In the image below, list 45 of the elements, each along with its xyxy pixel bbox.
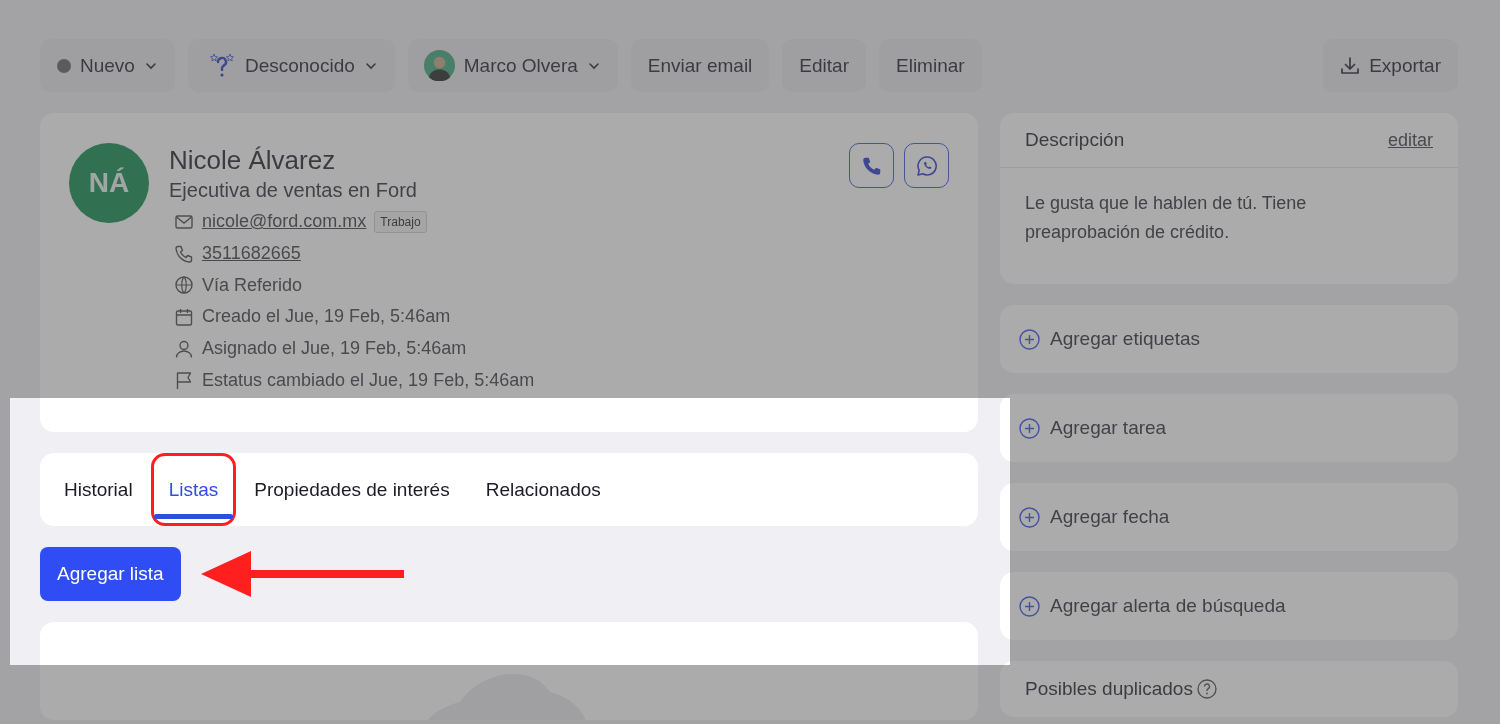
category-dropdown[interactable]: Desconocido xyxy=(187,39,395,92)
contact-name: Nicole Álvarez xyxy=(169,144,337,176)
card-title: Posibles duplicados xyxy=(1025,678,1193,700)
tab[interactable]: Historial xyxy=(46,453,151,526)
help-icon xyxy=(1196,679,1217,699)
person-icon xyxy=(174,338,194,359)
calendar-icon xyxy=(174,306,194,327)
add-action-button[interactable]: Agregar alerta de búsqueda xyxy=(1000,572,1458,640)
flag-icon xyxy=(174,370,194,391)
action-button[interactable]: Enviar email xyxy=(630,39,770,92)
add-action-button[interactable]: Agregar fecha xyxy=(1000,483,1458,551)
phone-icon xyxy=(174,243,194,264)
edit-link[interactable]: editar xyxy=(1387,129,1433,151)
email-tag: Trabajo xyxy=(374,210,427,233)
phone-link[interactable]: 3511682665 xyxy=(202,243,301,265)
download-icon xyxy=(1340,55,1361,76)
detail-text: Asignado el Jue, 19 Feb, 5:46am xyxy=(202,338,467,360)
add-action-button[interactable]: Agregar tarea xyxy=(1000,394,1458,462)
plus-circle-icon xyxy=(1019,506,1040,528)
card-title: Descripción xyxy=(1025,129,1125,151)
tab[interactable]: Propiedades de interés xyxy=(236,453,468,526)
status-dropdown[interactable]: Nuevo xyxy=(40,39,175,92)
detail-text: Estatus cambiado el Jue, 19 Feb, 5:46am xyxy=(202,369,535,391)
chat-bubble-icon xyxy=(915,154,938,177)
tab[interactable]: Relacionados xyxy=(467,453,619,526)
whatsapp-button[interactable] xyxy=(904,143,949,188)
plus-circle-icon xyxy=(1019,328,1040,350)
add-action-button[interactable]: Agregar etiquetas xyxy=(1000,305,1458,373)
action-button[interactable]: Eliminar xyxy=(879,39,982,92)
email-link[interactable]: nicole@ford.com.mx xyxy=(202,211,367,233)
plus-circle-icon xyxy=(1019,417,1040,439)
add-list-button[interactable]: Agregar lista xyxy=(40,547,181,601)
owner-dropdown[interactable]: Marco Olvera xyxy=(407,39,618,92)
plus-circle-icon xyxy=(1019,595,1040,617)
contact-avatar: NÁ xyxy=(69,143,149,223)
description-text: Le gusta que le hablen de tú. Tiene preaprobación de crédito. xyxy=(1024,192,1308,244)
export-button[interactable]: Exportar xyxy=(1323,39,1458,92)
call-button[interactable] xyxy=(849,143,894,188)
detail-text: Creado el Jue, 19 Feb, 5:46am xyxy=(202,306,451,328)
avatar-icon xyxy=(423,50,455,81)
tab[interactable]: Listas xyxy=(150,453,237,526)
contact-title: Ejecutiva de ventas en Ford xyxy=(169,178,418,203)
globe-icon xyxy=(174,275,194,296)
action-button[interactable]: Editar xyxy=(782,39,866,92)
detail-text: Vía Referido xyxy=(202,274,303,296)
